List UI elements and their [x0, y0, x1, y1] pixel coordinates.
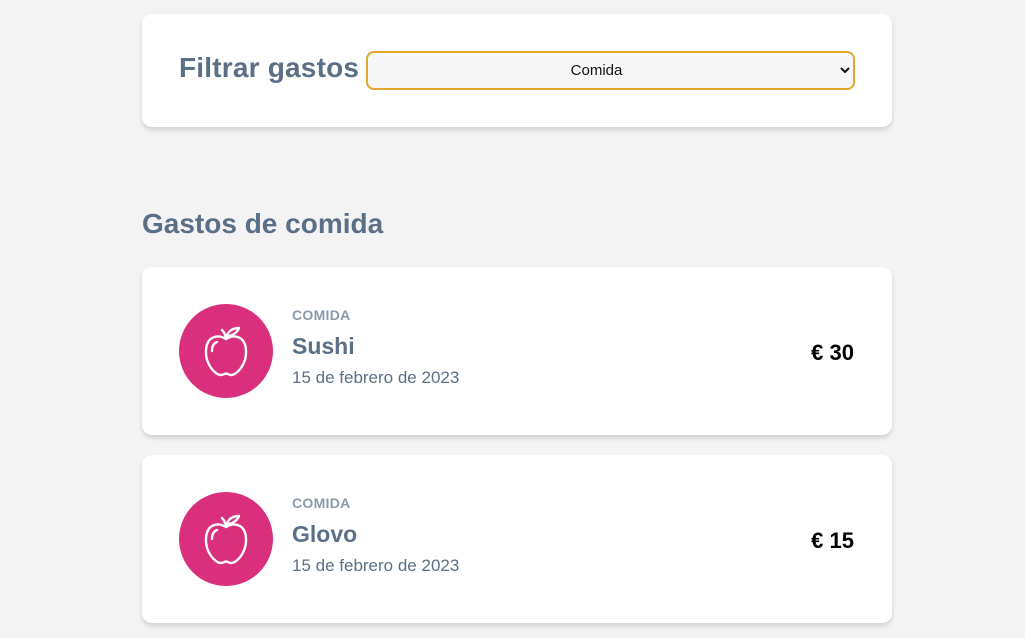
- section-title: Gastos de comida: [142, 208, 384, 239]
- apple-icon: [204, 514, 248, 565]
- expense-name: Sushi: [292, 333, 355, 359]
- expense-name: Glovo: [292, 521, 358, 547]
- expense-list: COMIDA Sushi 15 de febrero de 2023 € 30 …: [142, 267, 892, 638]
- expense-category: COMIDA: [292, 495, 351, 511]
- filter-label: Filtrar gastos: [179, 52, 360, 83]
- expense-amount: € 30: [811, 340, 854, 365]
- expense-date: 15 de febrero de 2023: [292, 556, 460, 575]
- expense-category: COMIDA: [292, 307, 351, 323]
- expense-item: COMIDA Sushi 15 de febrero de 2023 € 30: [142, 267, 892, 435]
- expense-item: COMIDA Glovo 15 de febrero de 2023 € 15: [142, 455, 892, 623]
- category-badge: [179, 304, 273, 398]
- filter-card: Filtrar gastos Comida: [142, 14, 892, 127]
- apple-icon: [204, 326, 248, 377]
- category-filter-select[interactable]: Comida: [366, 51, 855, 90]
- expense-amount: € 15: [811, 528, 854, 553]
- category-badge: [179, 492, 273, 586]
- expense-date: 15 de febrero de 2023: [292, 368, 460, 387]
